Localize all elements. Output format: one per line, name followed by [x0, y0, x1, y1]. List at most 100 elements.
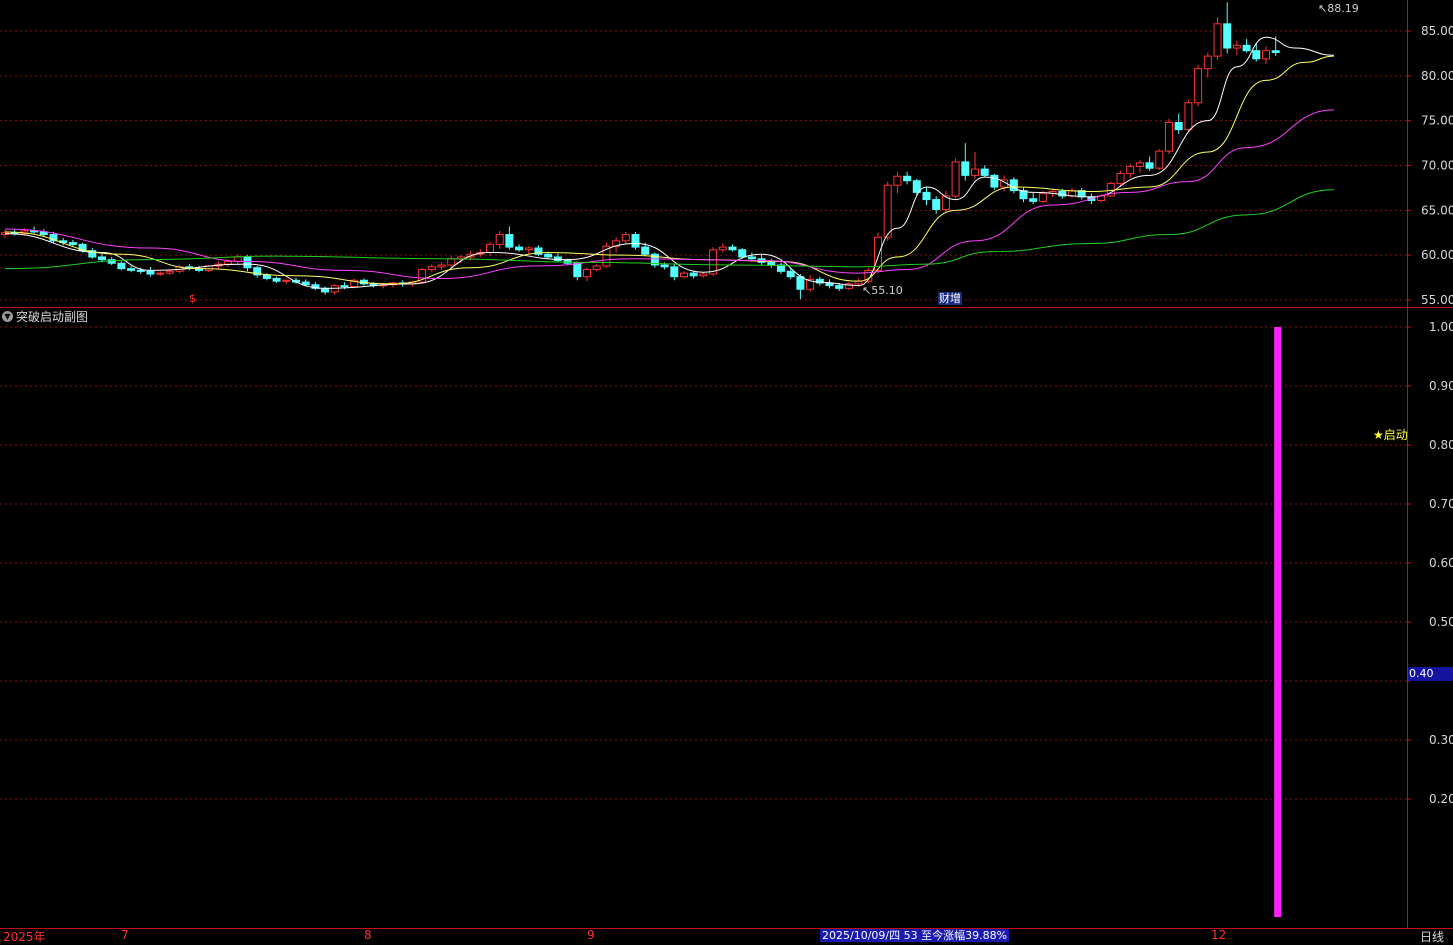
- candle-body-up: [951, 161, 960, 197]
- candle: [243, 255, 252, 272]
- candle-body-down: [1242, 44, 1251, 52]
- candle: [1203, 52, 1212, 78]
- signal-bar: [1274, 327, 1282, 917]
- candle-body-up: [1165, 121, 1173, 152]
- candle-body-down: [136, 269, 145, 272]
- candle-body-down: [932, 199, 941, 210]
- candle-body-up: [495, 234, 504, 245]
- candle: [592, 264, 601, 272]
- candle: [893, 171, 902, 194]
- candle-body-down: [1223, 23, 1232, 49]
- period-label[interactable]: 日线: [1420, 928, 1444, 945]
- sub-tick-label: 0.60: [1429, 556, 1453, 570]
- candle: [980, 165, 989, 178]
- candle-body-down: [505, 234, 514, 248]
- candle-body-up: [447, 258, 456, 266]
- candle-body-up: [621, 234, 630, 242]
- candle: [1174, 113, 1183, 135]
- candle: [437, 262, 446, 270]
- candle-body-down: [146, 270, 155, 275]
- candle-body-down: [1252, 50, 1261, 60]
- candle: [825, 279, 834, 289]
- candle: [971, 152, 979, 179]
- candle: [583, 267, 591, 282]
- candle-body-up: [592, 265, 601, 271]
- candle-body-down: [544, 253, 553, 258]
- candle: [534, 245, 543, 257]
- main-tick-label: 75.00: [1421, 114, 1453, 128]
- sub-tick-label: 0.80: [1429, 438, 1453, 452]
- candle-body-down: [573, 262, 582, 278]
- sub-value-axis: 1.00 0.90 0.80 0.70 0.60 0.50 0.30 0.20: [1407, 320, 1453, 806]
- candle: [495, 230, 504, 249]
- high-price-label: ↖88.19: [1318, 2, 1359, 15]
- candle: [1019, 187, 1028, 203]
- sub-tick-label: 1.00: [1429, 320, 1453, 334]
- candle-body-down: [127, 268, 136, 271]
- candle: [1213, 17, 1222, 60]
- candle: [253, 265, 262, 278]
- candle-body-down: [767, 261, 776, 266]
- candle-body-up: [224, 260, 233, 265]
- candle-body-down: [738, 249, 747, 258]
- candle: [680, 271, 688, 279]
- candle-body-up: [524, 247, 533, 251]
- candle: [1252, 43, 1261, 62]
- candle: [156, 271, 165, 276]
- candle-body-down: [1029, 198, 1038, 202]
- candle-body-down: [961, 161, 970, 176]
- moving-averages: [4, 36, 1334, 289]
- signal-bars: [1274, 327, 1282, 917]
- candle-body-down: [262, 274, 271, 279]
- candle-body-up: [1135, 162, 1144, 167]
- candle-body-up: [282, 279, 291, 282]
- candle: [1223, 2, 1232, 54]
- candle-body-up: [1184, 102, 1193, 131]
- candle: [767, 258, 776, 268]
- financial-marker[interactable]: 财增: [938, 292, 962, 305]
- candle-body-down: [243, 256, 252, 269]
- candle: [961, 143, 970, 181]
- main-tick-label: 55.00: [1421, 293, 1453, 307]
- candle-body-down: [321, 287, 330, 293]
- candle: [233, 254, 242, 265]
- candle-body-up: [1194, 68, 1203, 104]
- candle: [1155, 149, 1164, 170]
- sub-tick-label: 0.90: [1429, 379, 1453, 393]
- candle: [844, 282, 853, 291]
- sub-tick-label: 0.30: [1429, 733, 1453, 747]
- ma-line-ma60: [4, 189, 1334, 270]
- candle-body-up: [1213, 23, 1222, 57]
- candle-body-up: [1155, 150, 1164, 169]
- candle-body-down: [1271, 50, 1280, 54]
- candle-body-down: [515, 246, 524, 251]
- candle-body-up: [165, 270, 174, 274]
- candle: [88, 247, 97, 259]
- candle: [515, 244, 524, 252]
- candle: [1232, 40, 1241, 56]
- candle-body-down: [631, 234, 640, 248]
- ma-line-ma10: [4, 55, 1334, 285]
- s-marker[interactable]: $: [189, 292, 196, 305]
- candle-body-down: [990, 174, 999, 188]
- chart-frame: [0, 0, 1453, 929]
- candle-body-up: [680, 272, 688, 278]
- candle: [1242, 39, 1251, 53]
- candle: [505, 226, 514, 250]
- candle: [321, 286, 330, 295]
- candle: [932, 195, 941, 214]
- chevron-down-icon[interactable]: ▼: [2, 310, 13, 322]
- candle: [185, 264, 194, 271]
- candle-body-down: [68, 242, 77, 245]
- candle: [757, 254, 766, 266]
- sub-panel-title[interactable]: ▼ 突破启动副图: [2, 308, 88, 324]
- candle: [670, 264, 679, 281]
- high-price-value: 88.19: [1327, 2, 1359, 15]
- candle: [903, 171, 912, 185]
- low-price-label: ↖55.10: [862, 284, 903, 297]
- candle-body-up: [893, 175, 902, 186]
- candle-body-down: [117, 262, 126, 270]
- candle: [777, 262, 785, 274]
- candle-body-up: [1116, 173, 1125, 184]
- candle-body-down: [660, 264, 669, 268]
